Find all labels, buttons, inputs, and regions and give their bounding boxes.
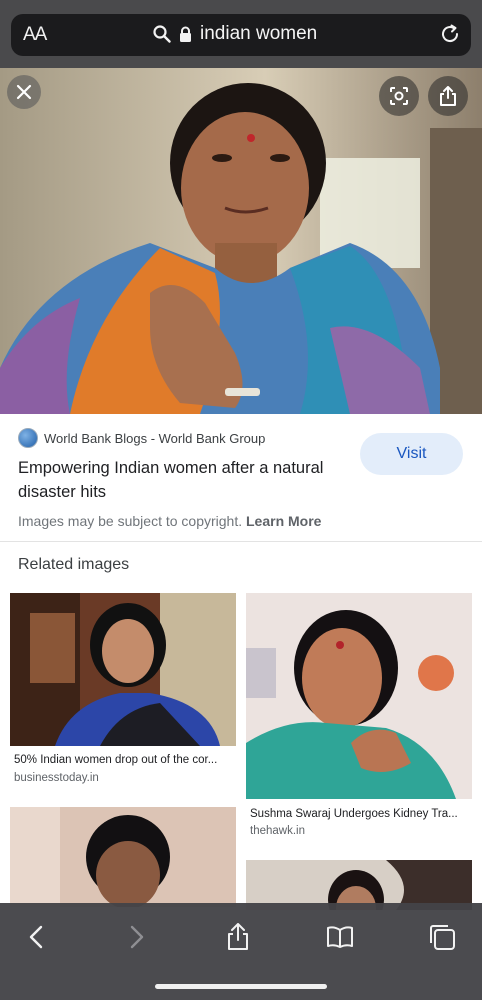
thumbnail-photo	[246, 593, 472, 799]
close-button[interactable]	[7, 75, 41, 109]
bookmarks-button[interactable]	[320, 917, 360, 957]
text-size-button[interactable]: AA	[23, 24, 47, 46]
divider	[0, 541, 482, 542]
back-button[interactable]	[16, 917, 56, 957]
screen: { "address_bar": { "text_size_label": "A…	[0, 0, 482, 1000]
reload-icon[interactable]	[439, 23, 461, 45]
home-indicator[interactable]	[155, 984, 327, 989]
thumbnail-photo	[10, 807, 236, 907]
url-text[interactable]: indian women	[200, 23, 317, 45]
share-icon	[440, 86, 456, 106]
address-center: indian women	[153, 23, 317, 45]
copyright-text: Images may be subject to copyright.	[18, 513, 243, 529]
related-image-3[interactable]	[10, 807, 236, 907]
globe-icon	[18, 428, 38, 448]
source-name: World Bank Blogs - World Bank Group	[44, 430, 266, 446]
bookmarks-icon	[327, 926, 353, 948]
close-icon	[16, 84, 32, 100]
related-caption-1[interactable]: 50% Indian women drop out of the cor...	[14, 754, 232, 766]
result-title[interactable]: Empowering Indian women after a natural …	[18, 456, 348, 504]
forward-button[interactable]	[117, 917, 157, 957]
related-image-1[interactable]	[10, 593, 236, 746]
text-size-label: AA	[23, 24, 47, 45]
search-icon	[153, 25, 171, 43]
forward-icon	[130, 925, 144, 949]
lens-button[interactable]	[379, 76, 419, 116]
related-caption-2[interactable]: Sushma Swaraj Undergoes Kidney Tra...	[250, 808, 468, 820]
related-heading: Related images	[18, 556, 130, 573]
share-icon	[228, 923, 248, 950]
related-domain-2: thehawk.in	[250, 825, 305, 837]
learn-more-link[interactable]: Learn More	[246, 513, 321, 529]
copyright-notice: Images may be subject to copyright. Lear…	[18, 513, 321, 529]
lock-icon	[180, 26, 191, 42]
share-button[interactable]	[218, 917, 258, 957]
woman-photo	[0, 68, 482, 414]
source-row[interactable]: World Bank Blogs - World Bank Group	[18, 428, 265, 448]
related-image-2[interactable]	[246, 593, 472, 799]
browser-top-bar: AA indian women	[0, 0, 482, 68]
tabs-icon	[430, 925, 455, 950]
share-image-button[interactable]	[428, 76, 468, 116]
tabs-button[interactable]	[422, 917, 462, 957]
address-bar[interactable]: AA indian women	[11, 14, 471, 56]
thumbnail-photo	[10, 593, 236, 746]
preview-image[interactable]	[0, 68, 482, 414]
back-icon	[29, 925, 43, 949]
lens-icon	[390, 87, 408, 105]
visit-button[interactable]: Visit	[360, 433, 463, 475]
related-domain-1: businesstoday.in	[14, 772, 99, 784]
